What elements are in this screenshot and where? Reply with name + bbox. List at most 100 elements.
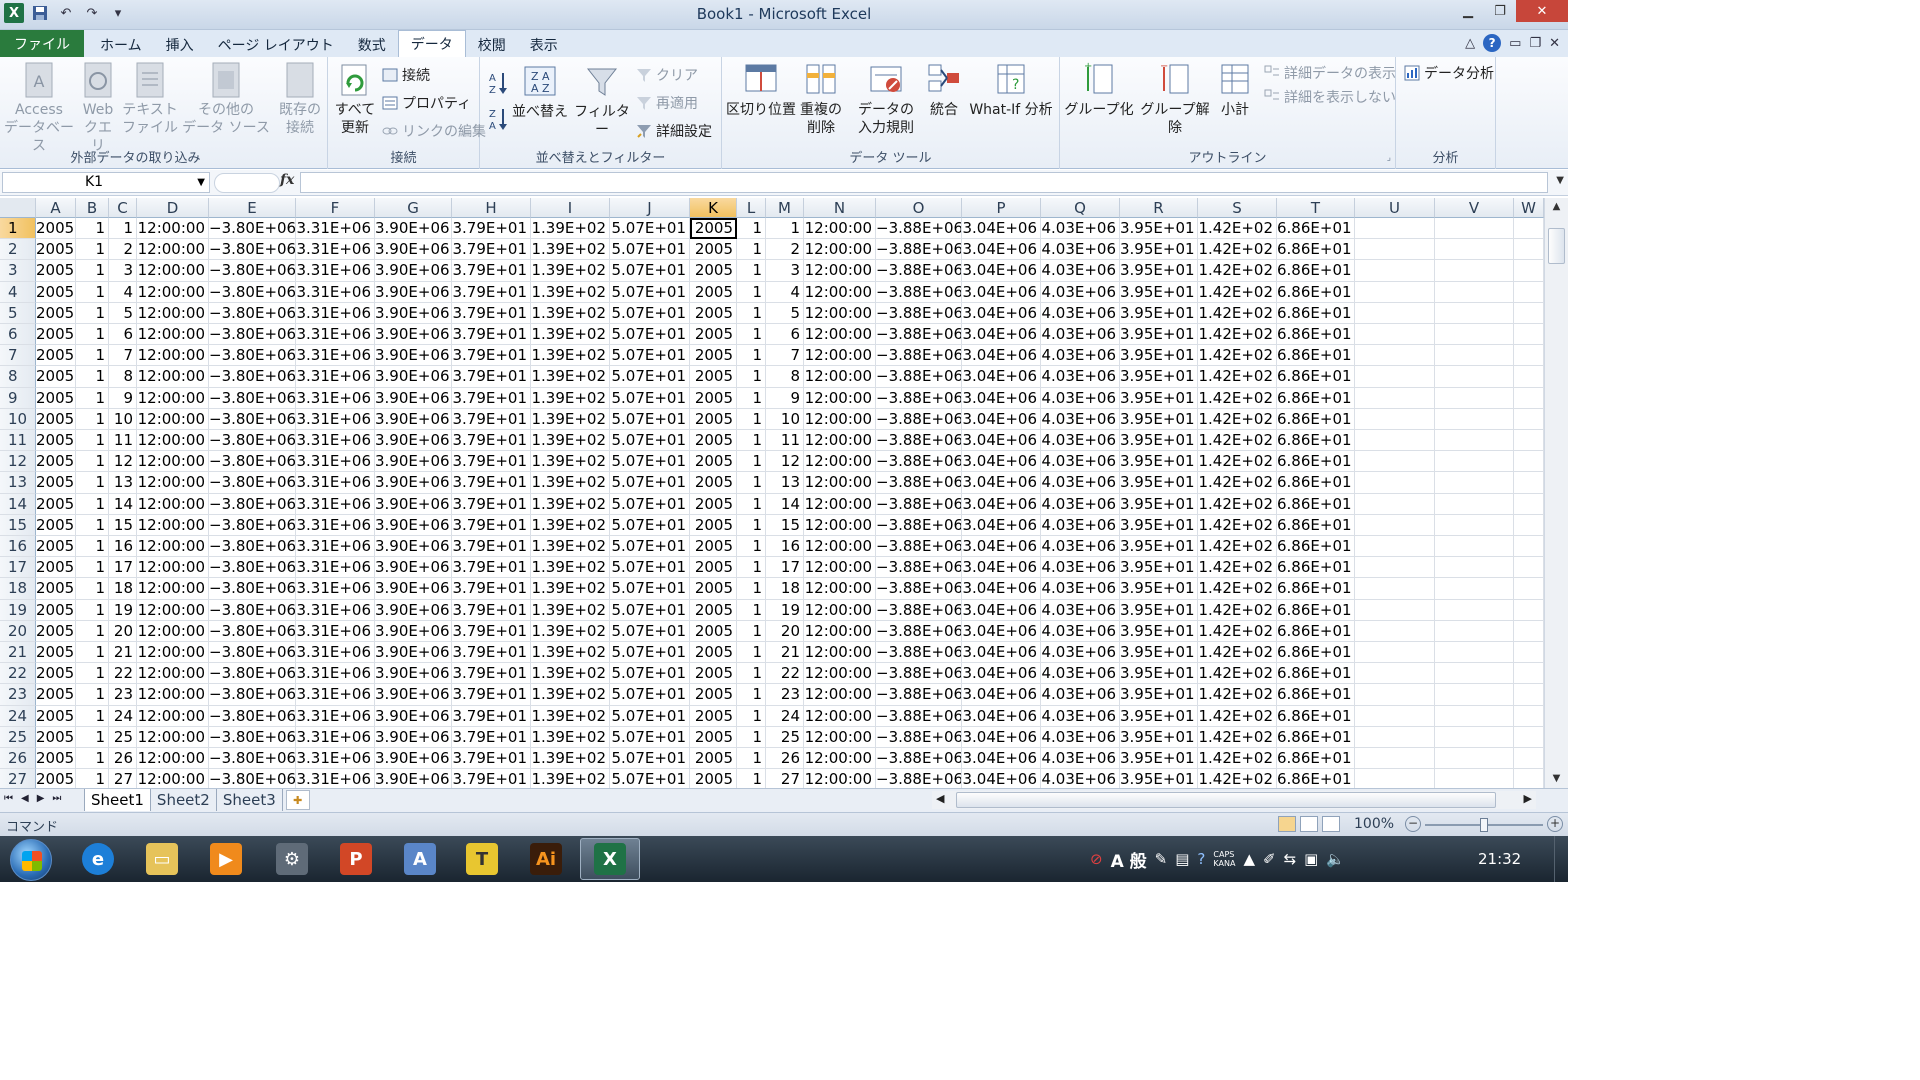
cell[interactable]: 1.39E+02 [531,218,610,240]
cell[interactable]: 3.95E+01 [1120,536,1198,558]
row-header[interactable]: 23 [0,684,36,706]
cell[interactable]: 5.07E+01 [610,430,690,452]
cell[interactable]: 2005 [36,451,76,473]
cell[interactable]: 3.31E+06 [296,493,375,515]
cell[interactable]: 1 [737,536,766,558]
cell[interactable]: 4.03E+06 [1041,324,1120,346]
cell[interactable]: 3.04E+06 [962,769,1041,788]
cell[interactable]: 2005 [690,536,737,558]
cell[interactable]: 3.90E+06 [375,514,452,536]
cell[interactable]: 3.31E+06 [296,302,375,324]
vertical-scroll-thumb[interactable] [1548,228,1565,264]
text-editor-icon[interactable]: T [452,838,512,880]
cell[interactable]: 3.04E+06 [962,451,1041,473]
cell[interactable] [1514,663,1544,685]
cell[interactable]: 1.42E+02 [1198,705,1277,727]
cell[interactable] [1514,430,1544,452]
cell[interactable]: 3.90E+06 [375,726,452,748]
cell[interactable]: 1 [76,408,109,430]
cell[interactable]: 1.42E+02 [1198,451,1277,473]
cell[interactable]: 6.86E+01 [1277,430,1355,452]
cell[interactable]: 1 [737,578,766,600]
tab-data[interactable]: データ [397,30,466,57]
cell[interactable]: 1 [737,366,766,388]
cell[interactable]: 6.86E+01 [1277,493,1355,515]
cell[interactable]: 3.90E+06 [375,536,452,558]
next-sheet-icon[interactable]: ▶ [37,793,45,804]
column-header[interactable]: O [876,198,962,218]
insert-function-button[interactable]: fx [280,172,294,188]
cell[interactable]: −3.80E+06 [209,599,296,621]
cell[interactable]: 1 [737,218,766,240]
cell[interactable]: 3.04E+06 [962,557,1041,579]
cell[interactable]: 21 [109,642,137,664]
cell[interactable]: 3.04E+06 [962,324,1041,346]
cell[interactable] [1435,281,1514,303]
cell[interactable]: 1.42E+02 [1198,514,1277,536]
cell[interactable]: 3.90E+06 [375,769,452,788]
cell[interactable]: 12:00:00 [137,536,209,558]
cell[interactable]: 2005 [690,387,737,409]
cell[interactable]: 6 [766,324,804,346]
cell[interactable]: 3.04E+06 [962,663,1041,685]
data-validation-button[interactable]: データの 入力規則 [846,61,926,137]
cell[interactable]: 3.79E+01 [452,281,531,303]
cell[interactable]: 12:00:00 [137,324,209,346]
cell[interactable]: 26 [766,748,804,770]
cell[interactable]: 3.79E+01 [452,472,531,494]
cell[interactable]: 3.79E+01 [452,260,531,282]
cell[interactable]: 5.07E+01 [610,345,690,367]
cell[interactable]: 2005 [690,472,737,494]
row-header[interactable]: 17 [0,557,36,579]
cell[interactable]: 5.07E+01 [610,557,690,579]
cell[interactable]: 4.03E+06 [1041,663,1120,685]
cell[interactable] [1514,302,1544,324]
network-icon[interactable]: ⚙ [262,838,322,880]
cell[interactable] [1435,620,1514,642]
row-header[interactable]: 26 [0,748,36,770]
cell[interactable]: 12:00:00 [804,663,876,685]
first-sheet-icon[interactable]: ⏮ [4,793,13,804]
cell[interactable]: 2005 [36,239,76,261]
cell[interactable]: −3.80E+06 [209,366,296,388]
cell[interactable]: 4 [109,281,137,303]
cell[interactable]: 1.39E+02 [531,493,610,515]
cell[interactable]: 3.90E+06 [375,578,452,600]
cell[interactable]: 5 [109,302,137,324]
cell[interactable]: −3.80E+06 [209,324,296,346]
ungroup-button[interactable]: − グループ解除 [1134,61,1216,137]
sort-az-button[interactable]: AZ [488,71,508,95]
doc-close-icon[interactable]: ✕ [1549,36,1560,51]
cell[interactable]: 5.07E+01 [610,260,690,282]
cell[interactable]: 1 [737,705,766,727]
cell[interactable]: 1 [76,387,109,409]
cell[interactable]: 1.42E+02 [1198,663,1277,685]
cell[interactable]: −3.80E+06 [209,302,296,324]
illustrator-icon[interactable]: Ai [516,838,576,880]
cell[interactable]: 17 [109,557,137,579]
cell[interactable]: 4.03E+06 [1041,472,1120,494]
cell[interactable] [1435,642,1514,664]
row-header[interactable]: 20 [0,620,36,642]
cell[interactable]: 2005 [690,578,737,600]
cell[interactable]: 4.03E+06 [1041,260,1120,282]
cell[interactable]: 3.95E+01 [1120,705,1198,727]
cell[interactable]: −3.88E+06 [876,239,962,261]
cell[interactable]: 1 [737,451,766,473]
cell[interactable]: −3.80E+06 [209,663,296,685]
cell[interactable]: 3.95E+01 [1120,578,1198,600]
cell[interactable]: 8 [109,366,137,388]
cell[interactable]: 12:00:00 [137,260,209,282]
cell[interactable]: 6.86E+01 [1277,599,1355,621]
cell[interactable]: 3.31E+06 [296,345,375,367]
cell[interactable]: −3.80E+06 [209,451,296,473]
cell[interactable]: 12:00:00 [137,408,209,430]
connections-button[interactable]: 接続 [382,65,430,85]
cell[interactable]: 22 [766,663,804,685]
cell[interactable]: 3.95E+01 [1120,726,1198,748]
scroll-up-icon[interactable]: ▲ [1545,198,1568,216]
cell[interactable]: 16 [109,536,137,558]
column-header[interactable]: D [137,198,209,218]
cell[interactable]: 6 [109,324,137,346]
reapply-button[interactable]: 再適用 [636,93,698,113]
